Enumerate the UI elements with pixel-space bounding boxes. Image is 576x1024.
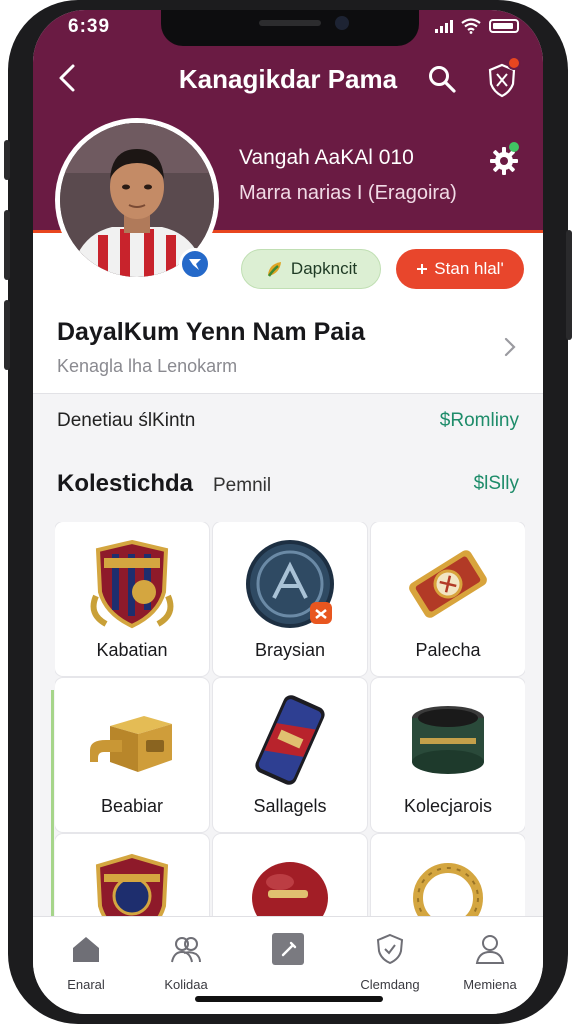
collection-value[interactable]: $lSlly	[474, 473, 519, 495]
collection-item[interactable]: Kolecjarois	[371, 678, 525, 832]
start-button[interactable]: Stan hlal'	[396, 249, 524, 289]
notification-dot	[507, 56, 521, 70]
red-ball-icon	[252, 862, 328, 927]
tab-label: Enaral	[67, 977, 105, 992]
tab-friends[interactable]: Kolidaa	[141, 929, 231, 999]
tab-label: Memiena	[463, 977, 517, 992]
collection-item-label: Beabiar	[100, 796, 164, 816]
tab-label: Kolidaa	[164, 977, 208, 992]
side-button	[566, 230, 572, 340]
page-title: Kanagikdar Pama	[178, 64, 398, 94]
side-button	[4, 300, 10, 370]
gold-box-icon	[90, 716, 172, 772]
info-row: Denetiau ślKintn $Romliny	[33, 396, 543, 448]
leaf-icon	[267, 262, 281, 277]
info-row-value[interactable]: $Romliny	[440, 410, 519, 432]
users-icon	[171, 937, 201, 963]
collection-item-label: Palecha	[415, 640, 481, 660]
signal-icon	[435, 19, 453, 33]
title-card[interactable]: DayalKum Yenn Nam Paia Kenagla lha Lenok…	[33, 300, 543, 394]
tab-label: Clemdang	[360, 977, 420, 992]
collection-subtitle: Pemnil	[213, 475, 272, 496]
front-camera	[335, 16, 349, 30]
start-button-label: Stan hlal'	[434, 259, 504, 278]
collection-item[interactable]: Braysian	[213, 522, 367, 676]
info-row-label: Denetiau ślKintn	[57, 410, 196, 431]
tab-home[interactable]: Enaral	[41, 929, 131, 999]
crest-emblem-icon	[95, 853, 169, 927]
edit-square-icon	[272, 933, 304, 965]
side-button	[4, 210, 10, 280]
home-icon	[73, 937, 99, 962]
side-button	[4, 140, 10, 180]
profile-subtitle: Marra narias I (Eragoira)	[239, 182, 457, 204]
collection-item-label: Kolecjarois	[403, 796, 493, 816]
title-card-subtitle: Kenagla lha Lenokarm	[57, 356, 238, 376]
tab-create[interactable]	[243, 929, 333, 999]
collection-item[interactable]	[213, 834, 367, 927]
collection-item[interactable]: Sallagels	[213, 678, 367, 832]
home-indicator[interactable]	[195, 996, 383, 1002]
collection-item[interactable]: Palecha	[371, 522, 525, 676]
online-status-dot	[509, 142, 519, 152]
plus-icon	[417, 264, 428, 274]
battery-icon	[489, 19, 519, 33]
collection-item[interactable]	[55, 834, 209, 927]
collection-title: Kolestichda	[57, 470, 194, 497]
collection-item[interactable]: Kabatian	[55, 522, 209, 676]
status-icons	[435, 18, 519, 34]
speaker	[259, 20, 321, 26]
tin-can-icon	[412, 706, 484, 774]
follow-button[interactable]: Dapkncit	[241, 249, 381, 289]
collection-item-label: Kabatian	[96, 640, 168, 660]
follow-button-label: Dapkncit	[290, 259, 358, 278]
collection-grid: Kabatian Braysian Palecha Beabiar Sallag…	[55, 522, 525, 927]
collection-item-label: Sallagels	[253, 796, 327, 816]
notch	[161, 10, 419, 46]
search-icon[interactable]	[427, 64, 457, 94]
profile-name: Vangah AaKAl 010	[239, 146, 414, 169]
accent-edge	[51, 690, 54, 920]
shield-crest-icon	[90, 539, 174, 629]
collection-header: Kolestichda Pemnil $lSlly	[33, 458, 543, 510]
tab-profile[interactable]: Memiena	[445, 929, 535, 999]
status-time: 6:39	[68, 16, 111, 37]
title-card-heading: DayalKum Yenn Nam Paia	[57, 318, 366, 346]
verified-badge-icon	[179, 248, 211, 280]
collection-item[interactable]: Beabiar	[55, 678, 209, 832]
phone-case-icon	[255, 695, 325, 785]
shield-check-icon	[376, 933, 404, 965]
app-screen: 6:39 Kanagikdar Pama Vangah AaKAl 010 Ma…	[33, 10, 543, 1014]
collection-item-label: Braysian	[254, 640, 326, 660]
ticket-card-icon	[409, 550, 487, 618]
medal-badge-icon	[246, 540, 334, 628]
profile-icon	[475, 935, 505, 964]
collection-item[interactable]	[371, 834, 525, 927]
gold-ring-icon	[413, 863, 483, 927]
chevron-right-icon	[504, 337, 516, 357]
wifi-icon	[461, 18, 481, 34]
tab-security[interactable]: Clemdang	[345, 929, 435, 999]
